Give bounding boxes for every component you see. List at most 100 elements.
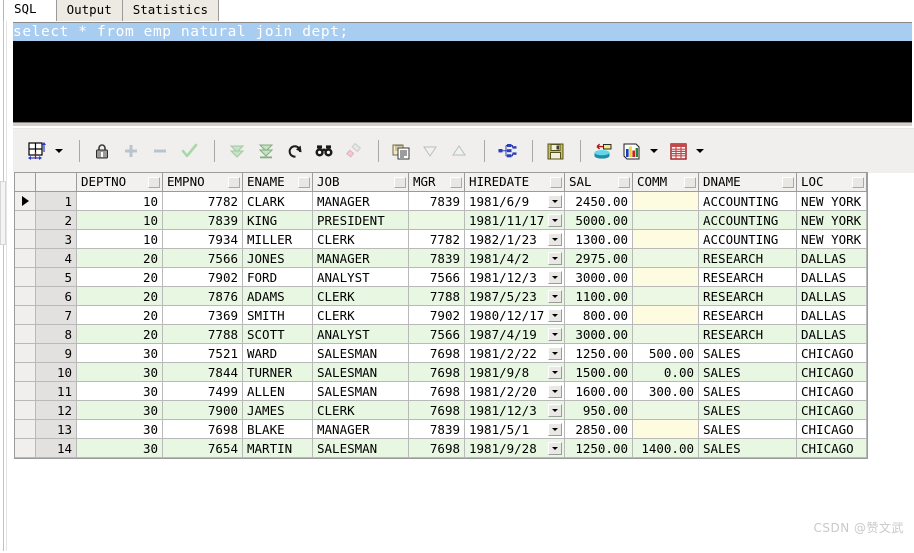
row-selector-cell[interactable] xyxy=(15,325,36,344)
date-dropdown-icon[interactable] xyxy=(548,328,562,341)
column-header-job[interactable]: JOB xyxy=(313,173,409,192)
cell-ename[interactable]: MILLER xyxy=(243,230,313,249)
date-dropdown-icon[interactable] xyxy=(548,404,562,417)
cell-comm[interactable] xyxy=(633,211,699,230)
table-row[interactable]: 12307900JAMESCLERK76981981/12/3950.00SAL… xyxy=(15,401,867,420)
row-number-cell[interactable]: 7 xyxy=(36,306,77,325)
table-row[interactable]: 6207876ADAMSCLERK77881987/5/231100.00RES… xyxy=(15,287,867,306)
cell-mgr[interactable]: 7698 xyxy=(409,363,465,382)
column-header-mgr[interactable]: MGR xyxy=(409,173,465,192)
row-number-cell[interactable]: 12 xyxy=(36,401,77,420)
cell-comm[interactable] xyxy=(633,325,699,344)
cell-sal[interactable]: 1300.00 xyxy=(565,230,633,249)
cell-loc[interactable]: DALLAS xyxy=(797,287,867,306)
cell-job[interactable]: CLERK xyxy=(313,287,409,306)
date-dropdown-icon[interactable] xyxy=(548,233,562,246)
cell-sal[interactable]: 5000.00 xyxy=(565,211,633,230)
cell-empno[interactable]: 7698 xyxy=(163,420,243,439)
row-number-cell[interactable]: 5 xyxy=(36,268,77,287)
cell-job[interactable]: CLERK xyxy=(313,306,409,325)
column-resize-grip[interactable] xyxy=(148,177,160,188)
cell-dname[interactable]: SALES xyxy=(699,382,797,401)
column-resize-grip[interactable] xyxy=(684,177,696,188)
column-resize-grip[interactable] xyxy=(852,177,864,188)
cell-ename[interactable]: FORD xyxy=(243,268,313,287)
cell-mgr[interactable]: 7698 xyxy=(409,344,465,363)
cell-job[interactable]: MANAGER xyxy=(313,192,409,211)
column-header-comm[interactable]: COMM xyxy=(633,173,699,192)
table-row[interactable]: 10307844TURNERSALESMAN76981981/9/81500.0… xyxy=(15,363,867,382)
row-selector-cell[interactable] xyxy=(15,420,36,439)
cell-comm[interactable]: 300.00 xyxy=(633,382,699,401)
date-dropdown-icon[interactable] xyxy=(548,271,562,284)
cell-mgr[interactable]: 7566 xyxy=(409,268,465,287)
row-number-cell[interactable]: 11 xyxy=(36,382,77,401)
grid-view-icon[interactable] xyxy=(665,138,691,164)
cell-comm[interactable]: 1400.00 xyxy=(633,439,699,458)
cell-comm[interactable] xyxy=(633,268,699,287)
cell-dname[interactable]: RESEARCH xyxy=(699,306,797,325)
cell-hiredate[interactable]: 1981/4/2 xyxy=(465,249,565,268)
cell-sal[interactable]: 1600.00 xyxy=(565,382,633,401)
row-number-cell[interactable]: 6 xyxy=(36,287,77,306)
column-resize-grip[interactable] xyxy=(618,177,630,188)
cell-deptno[interactable]: 20 xyxy=(77,325,163,344)
cell-mgr[interactable]: 7902 xyxy=(409,306,465,325)
table-row[interactable]: 9307521WARDSALESMAN76981981/2/221250.005… xyxy=(15,344,867,363)
cell-loc[interactable]: NEW YORK xyxy=(797,230,867,249)
date-dropdown-icon[interactable] xyxy=(548,442,562,455)
cell-empno[interactable]: 7902 xyxy=(163,268,243,287)
cell-mgr[interactable]: 7566 xyxy=(409,325,465,344)
cell-dname[interactable]: ACCOUNTING xyxy=(699,192,797,211)
cell-sal[interactable]: 3000.00 xyxy=(565,325,633,344)
cell-hiredate[interactable]: 1982/1/23 xyxy=(465,230,565,249)
cell-sal[interactable]: 2975.00 xyxy=(565,249,633,268)
cell-empno[interactable]: 7900 xyxy=(163,401,243,420)
cell-hiredate[interactable]: 1981/6/9 xyxy=(465,192,565,211)
cell-deptno[interactable]: 30 xyxy=(77,363,163,382)
cell-loc[interactable]: DALLAS xyxy=(797,325,867,344)
cell-hiredate[interactable]: 1987/4/19 xyxy=(465,325,565,344)
row-selector-cell[interactable] xyxy=(15,211,36,230)
cell-deptno[interactable]: 30 xyxy=(77,439,163,458)
grid-layout-icon[interactable] xyxy=(24,138,50,164)
cell-comm[interactable] xyxy=(633,306,699,325)
copy-to-clipboard-icon[interactable] xyxy=(388,138,414,164)
cell-deptno[interactable]: 10 xyxy=(77,230,163,249)
cell-comm[interactable] xyxy=(633,401,699,420)
explain-plan-icon[interactable] xyxy=(494,138,520,164)
cell-deptno[interactable]: 20 xyxy=(77,287,163,306)
date-dropdown-icon[interactable] xyxy=(548,423,562,436)
find-icon[interactable] xyxy=(311,138,337,164)
cell-hiredate[interactable]: 1981/12/3 xyxy=(465,401,565,420)
chart-icon[interactable] xyxy=(619,138,645,164)
table-row[interactable]: 13307698BLAKEMANAGER78391981/5/12850.00S… xyxy=(15,420,867,439)
cell-job[interactable]: CLERK xyxy=(313,401,409,420)
table-row[interactable]: 8207788SCOTTANALYST75661987/4/193000.00R… xyxy=(15,325,867,344)
cell-job[interactable]: MANAGER xyxy=(313,420,409,439)
cell-ename[interactable]: MARTIN xyxy=(243,439,313,458)
table-row[interactable]: 5207902FORDANALYST75661981/12/33000.00RE… xyxy=(15,268,867,287)
cell-dname[interactable]: RESEARCH xyxy=(699,287,797,306)
row-selector-cell[interactable] xyxy=(15,230,36,249)
cell-comm[interactable] xyxy=(633,249,699,268)
cell-dname[interactable]: SALES xyxy=(699,344,797,363)
left-scrollbar-thumb[interactable] xyxy=(0,181,6,245)
date-dropdown-icon[interactable] xyxy=(548,290,562,303)
row-selector-cell[interactable] xyxy=(15,382,36,401)
chart-dropdown-arrow[interactable] xyxy=(648,138,659,164)
cell-deptno[interactable]: 20 xyxy=(77,268,163,287)
cell-loc[interactable]: CHICAGO xyxy=(797,382,867,401)
row-number-cell[interactable]: 14 xyxy=(36,439,77,458)
row-selector-cell[interactable] xyxy=(15,192,36,211)
cell-sal[interactable]: 800.00 xyxy=(565,306,633,325)
cell-sal[interactable]: 1100.00 xyxy=(565,287,633,306)
table-row[interactable]: 4207566JONESMANAGER78391981/4/22975.00RE… xyxy=(15,249,867,268)
row-selector-cell[interactable] xyxy=(15,306,36,325)
cell-comm[interactable]: 500.00 xyxy=(633,344,699,363)
cell-mgr[interactable]: 7839 xyxy=(409,249,465,268)
cell-ename[interactable]: JAMES xyxy=(243,401,313,420)
table-row[interactable]: 2107839KINGPRESIDENT1981/11/175000.00ACC… xyxy=(15,211,867,230)
date-dropdown-icon[interactable] xyxy=(548,385,562,398)
cell-deptno[interactable]: 30 xyxy=(77,401,163,420)
